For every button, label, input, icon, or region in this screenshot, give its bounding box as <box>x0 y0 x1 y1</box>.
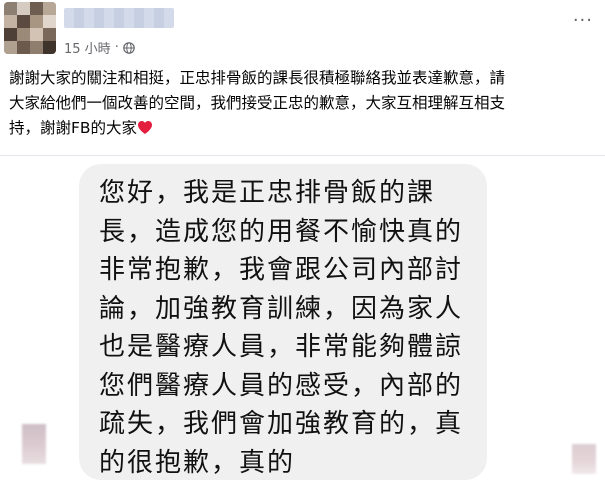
post-header: 15 小時 · ··· <box>0 0 605 62</box>
post-body: 謝謝大家的關注和相挺，正忠排骨飯的課長很積極聯絡我並表達歉意，請 大家給他們一個… <box>9 66 599 141</box>
message-bubble: 您好，我是正忠排骨飯的課長，造成您的用餐不愉快真的非常抱歉，我會跟公司內部討論，… <box>79 164 487 480</box>
post-meta: 15 小時 · <box>64 38 135 57</box>
blurred-region <box>22 424 46 464</box>
facebook-post: 15 小時 · ··· 謝謝大家的關注和相挺，正忠排骨飯的課長很積極聯絡我並表達… <box>0 0 605 494</box>
avatar[interactable] <box>4 2 56 54</box>
heart-icon <box>138 121 153 134</box>
attached-screenshot[interactable]: 您好，我是正忠排骨飯的課長，造成您的用餐不愉快真的非常抱歉，我會跟公司內部討論，… <box>0 156 605 494</box>
post-text: 謝謝大家的關注和相挺，正忠排骨飯的課長很積極聯絡我並表達歉意，請 大家給他們一個… <box>9 69 506 137</box>
meta-separator: · <box>114 40 119 55</box>
post-timestamp[interactable]: 15 小時 <box>64 38 111 57</box>
message-text: 您好，我是正忠排骨飯的課長，造成您的用餐不愉快真的非常抱歉，我會跟公司內部討論，… <box>99 178 464 478</box>
more-options-button[interactable]: ··· <box>573 10 593 31</box>
globe-icon[interactable] <box>123 41 135 54</box>
author-name-redacted[interactable] <box>64 8 174 28</box>
blurred-region <box>572 444 596 474</box>
